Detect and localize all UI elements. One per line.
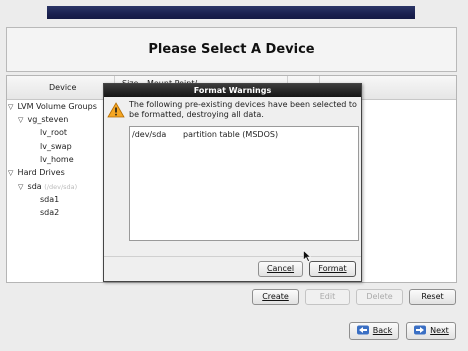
reset-button[interactable]: Reset [409,289,456,305]
tree-row-vg-steven[interactable]: ▽ vg_steven [18,115,68,124]
tree-row-label: lv_root [40,128,67,137]
expander-arrow-icon[interactable]: ▽ [18,183,25,191]
tree-row-hard-drives[interactable]: ▽ Hard Drives [8,168,65,177]
delete-button[interactable]: Delete [356,289,403,305]
tree-row-label: Hard Drives [17,168,65,177]
tree-row-label: sda1 [40,195,60,204]
expander-arrow-icon[interactable]: ▽ [18,116,25,124]
tree-row-sda1[interactable]: sda1 [40,195,59,204]
tree-row-lv-swap[interactable]: lv_swap [40,142,72,151]
format-warnings-dialog: Format Warnings The following pre-existi… [103,83,362,282]
list-item-device: /dev/sda [132,130,167,139]
format-button[interactable]: Format [309,261,356,277]
column-header-device[interactable]: Device [49,83,76,92]
tree-row-label: lv_home [40,155,74,164]
dialog-divider [104,256,361,257]
next-arrow-icon [414,325,427,335]
mouse-cursor-icon [303,250,311,262]
tree-row-label: LVM Volume Groups [17,102,97,111]
list-item-description: partition table (MSDOS) [183,130,279,139]
tree-row-sda[interactable]: ▽ sda (/dev/sda) [18,182,77,191]
page-title: Please Select A Device [148,42,315,57]
create-button[interactable]: Create [252,289,299,305]
next-button[interactable]: Next [406,322,456,340]
tree-row-sublabel: (/dev/sda) [44,183,78,191]
title-frame: Please Select A Device [6,27,457,72]
tree-row-lv-home[interactable]: lv_home [40,155,74,164]
expander-arrow-icon[interactable]: ▽ [8,103,15,111]
dialog-title[interactable]: Format Warnings [104,84,361,97]
back-arrow-icon [356,325,369,335]
warning-icon [107,102,125,118]
tree-row-lv-root[interactable]: lv_root [40,128,67,137]
cancel-button[interactable]: Cancel [258,261,303,277]
tree-row-label: lv_swap [40,142,72,151]
tree-row-label: vg_steven [27,115,69,124]
affected-devices-list[interactable]: /dev/sda partition table (MSDOS) [129,126,359,241]
edit-button[interactable]: Edit [305,289,350,305]
expander-arrow-icon[interactable]: ▽ [8,169,15,177]
tree-row-lvm-volume-groups[interactable]: ▽ LVM Volume Groups [8,102,97,111]
tree-row-sda2[interactable]: sda2 [40,208,59,217]
tree-row-label: sda2 [40,208,60,217]
header-banner [47,6,415,19]
dialog-message: The following pre-existing devices have … [129,100,357,119]
tree-row-label: sda [27,182,42,191]
back-button[interactable]: Back [349,322,399,340]
